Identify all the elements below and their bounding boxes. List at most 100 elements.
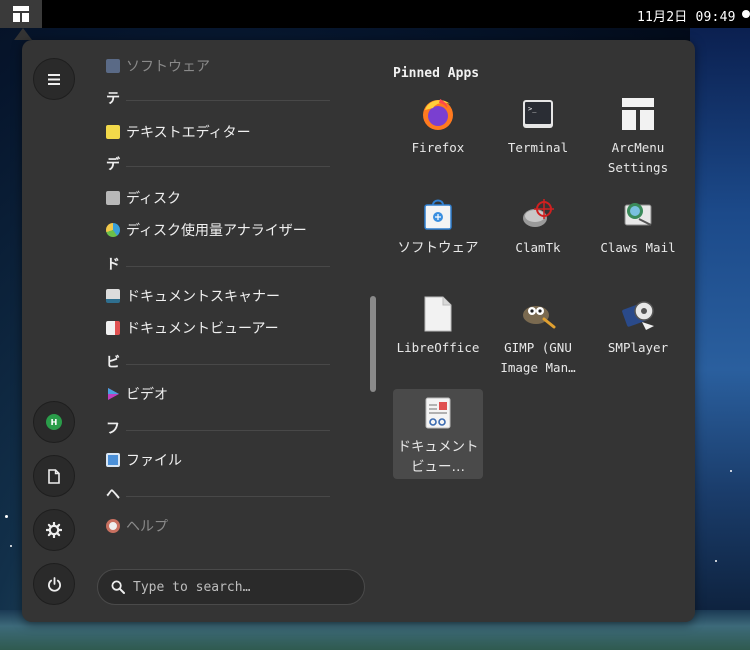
scanner-icon (106, 289, 120, 303)
pinned-app-terminal[interactable]: >_ Terminal (493, 90, 583, 180)
pinned-app-arcmenu-settings[interactable]: ArcMenu Settings (593, 90, 683, 180)
pinned-apps-title: Pinned Apps (393, 66, 480, 81)
arcmenu-popup: H ソフトウェア テ テキストエディター デ ディスク ディスク使用量アナライザ… (22, 40, 695, 622)
avatar: H (46, 414, 62, 430)
pinned-app-smplayer[interactable]: SMPlayer (593, 290, 683, 380)
section-divider (126, 266, 330, 267)
list-item-label: ドキュメントスキャナー (126, 289, 280, 305)
document-viewer-icon (420, 395, 456, 431)
software-icon (106, 59, 120, 73)
pinned-app-name: ソフトウェア (397, 240, 479, 256)
section-letter: ド (106, 257, 120, 273)
system-status-dot[interactable] (742, 10, 750, 18)
section-letter: ヘ (106, 487, 120, 503)
pinned-app-firefox[interactable]: Firefox (393, 90, 483, 180)
all-apps-list[interactable]: ソフトウェア テ テキストエディター デ ディスク ディスク使用量アナライザー … (102, 52, 332, 542)
search-icon (111, 580, 125, 594)
avatar-letter: H (50, 417, 58, 427)
list-scrollbar[interactable] (370, 296, 376, 392)
list-item-label: ディスク使用量アナライザー (126, 223, 307, 239)
section-header: ヘ (102, 478, 330, 508)
firefox-icon (420, 96, 456, 132)
section-header: テ (102, 82, 330, 112)
text-editor-icon (106, 125, 120, 139)
arcmenu-settings-icon (620, 96, 656, 132)
section-letter: フ (106, 421, 120, 437)
gimp-icon (520, 296, 556, 332)
list-item-label: ヘルプ (126, 519, 168, 535)
pinned-app-clamtk[interactable]: ClamTk (493, 190, 583, 280)
section-divider (126, 496, 330, 497)
star (10, 545, 12, 547)
pinned-app-name: ドキュメントビュー… (397, 439, 479, 475)
clock[interactable]: 11月2日 09:49 (637, 6, 736, 25)
disks-icon (106, 191, 120, 205)
lifebuoy-icon (106, 519, 120, 533)
clamtk-icon (520, 196, 556, 232)
pinned-app-name: LibreOffice (396, 340, 480, 355)
documents-button[interactable] (33, 455, 75, 497)
section-letter: テ (106, 91, 120, 107)
pinned-app-document-viewer[interactable]: ドキュメントビュー… (393, 389, 483, 479)
section-divider (126, 100, 330, 101)
star (715, 560, 717, 562)
pinned-app-name: Claws Mail (600, 240, 676, 255)
power-button[interactable] (33, 563, 75, 605)
search-input[interactable]: Type to search… (133, 580, 250, 595)
pinned-app-claws-mail[interactable]: Claws Mail (593, 190, 683, 280)
list-item-label: テキストエディター (126, 125, 251, 141)
list-item-document-scanner[interactable]: ドキュメントスキャナー (102, 280, 332, 312)
top-panel: 11月2日 09:49 (0, 0, 750, 28)
pinned-app-software[interactable]: ソフトウェア (393, 190, 483, 280)
document-icon (48, 468, 60, 484)
list-item-document-viewer[interactable]: ドキュメントビューアー (102, 312, 332, 344)
user-avatar-button[interactable]: H (33, 401, 75, 443)
pinned-app-name: ArcMenu Settings (607, 140, 669, 175)
list-item-label: ドキュメントビューアー (126, 321, 279, 337)
section-letter: デ (106, 157, 120, 173)
list-item-disk-usage-analyzer[interactable]: ディスク使用量アナライザー (102, 214, 332, 246)
section-divider (126, 166, 330, 167)
files-icon (106, 453, 120, 467)
pinned-app-gimp[interactable]: GIMP (GNU Image Man… (493, 290, 583, 380)
desktop-wallpaper (690, 28, 750, 650)
svg-text:>_: >_ (528, 105, 537, 113)
section-header: デ (102, 148, 330, 178)
arcmenu-button[interactable] (0, 0, 42, 28)
list-item-help[interactable]: ヘルプ (102, 510, 332, 542)
claws-mail-icon (620, 196, 656, 232)
list-item-text-editor[interactable]: テキストエディター (102, 116, 332, 148)
section-header: ビ (102, 346, 330, 376)
pinned-app-libreoffice[interactable]: LibreOffice (393, 290, 483, 380)
video-play-icon (108, 388, 119, 400)
arcmenu-icon (13, 6, 29, 22)
section-header: フ (102, 412, 330, 442)
pinned-app-name: ClamTk (515, 240, 561, 255)
section-divider (126, 364, 330, 365)
document-viewer-icon (106, 321, 120, 335)
menu-pointer (14, 28, 32, 40)
section-header: ド (102, 248, 330, 278)
hamburger-menu-icon (48, 73, 60, 85)
gear-icon (46, 522, 62, 538)
list-item-label: ビデオ (126, 387, 168, 403)
star (5, 515, 8, 518)
settings-button[interactable] (33, 509, 75, 551)
libreoffice-icon (420, 296, 456, 332)
list-item-videos[interactable]: ビデオ (102, 378, 332, 410)
list-item-label: ディスク (126, 191, 182, 207)
list-item-files[interactable]: ファイル (102, 444, 332, 476)
star (730, 470, 732, 472)
list-item-label: ファイル (126, 453, 182, 469)
pinned-app-name: Terminal (507, 140, 569, 155)
categories-menu-button[interactable] (33, 58, 75, 100)
list-item-label: ソフトウェア (126, 59, 210, 75)
terminal-icon: >_ (520, 96, 556, 132)
search-field[interactable]: Type to search… (97, 569, 365, 605)
pinned-app-name: GIMP (GNU Image Man… (500, 340, 576, 375)
pinned-app-name: SMPlayer (607, 340, 669, 355)
list-item-software[interactable]: ソフトウェア (102, 52, 332, 82)
section-letter: ビ (106, 355, 120, 371)
list-item-disks[interactable]: ディスク (102, 182, 332, 214)
pinned-app-name: Firefox (411, 140, 465, 155)
